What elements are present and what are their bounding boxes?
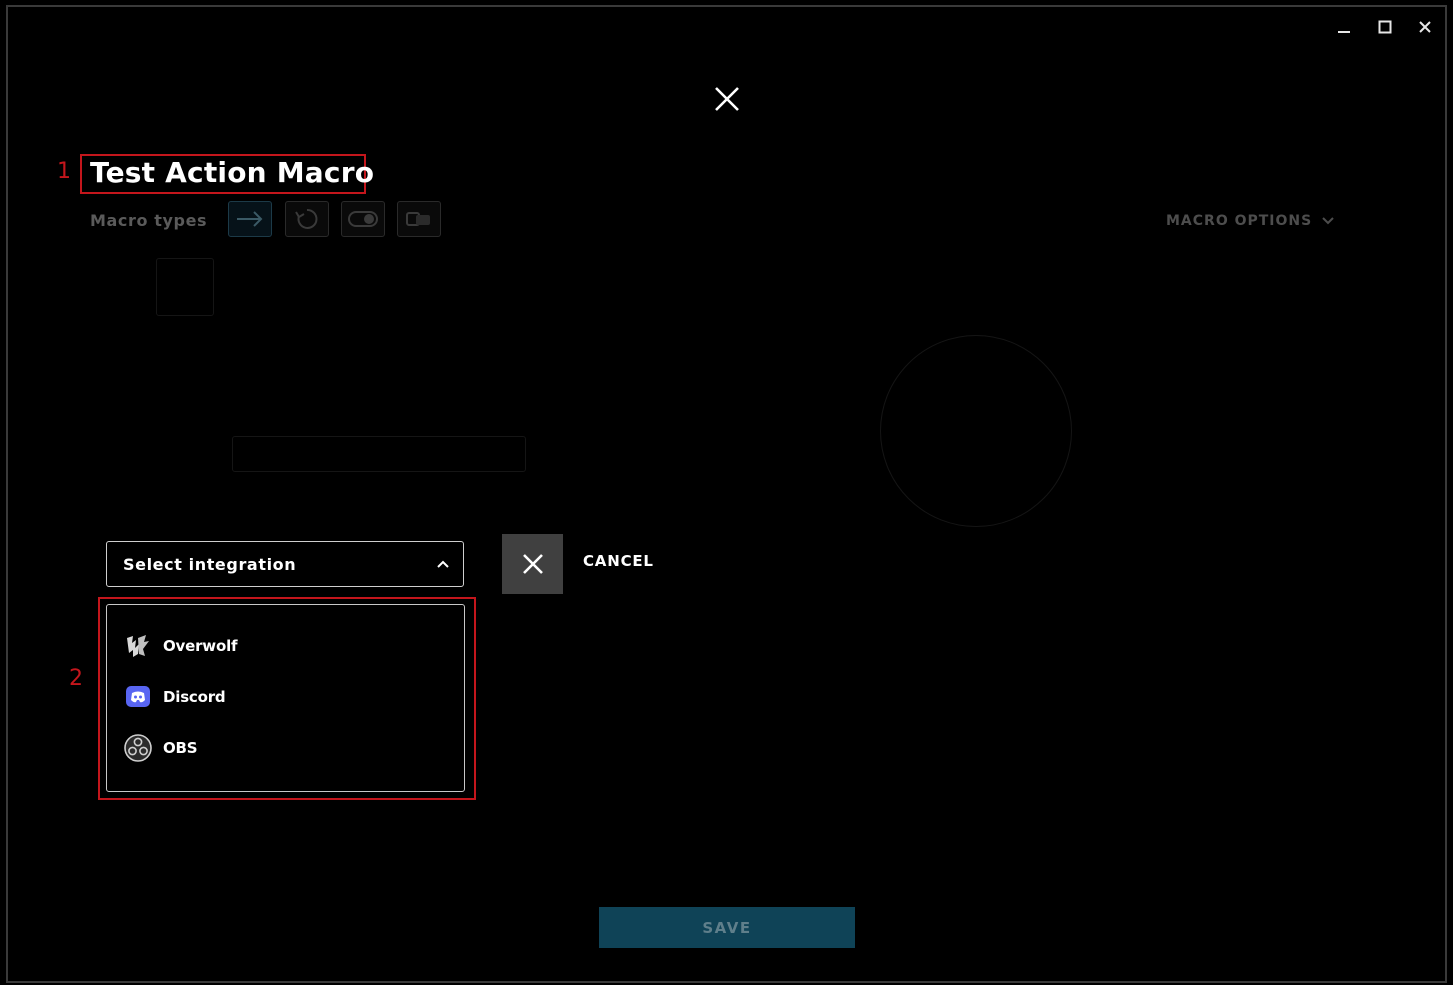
chevron-up-icon xyxy=(437,560,449,568)
macro-type-repeat-button[interactable] xyxy=(285,201,329,237)
save-button[interactable]: SAVE xyxy=(599,907,855,948)
repeat-icon xyxy=(295,208,318,229)
background-thumbnail xyxy=(156,258,214,316)
cancel-x-button[interactable] xyxy=(502,534,563,594)
close-x-icon xyxy=(522,554,543,574)
minimize-icon[interactable] xyxy=(1330,14,1358,40)
close-x-icon[interactable] xyxy=(712,84,742,114)
maximize-icon[interactable] xyxy=(1371,14,1399,40)
cancel-button[interactable]: CANCEL xyxy=(583,552,654,570)
macro-options-label: MACRO OPTIONS xyxy=(1166,213,1313,229)
obs-icon xyxy=(123,733,153,763)
integration-option-label: Overwolf xyxy=(163,637,238,655)
arrow-icon xyxy=(237,211,263,227)
integration-option-discord[interactable]: Discord xyxy=(123,679,226,715)
macro-types-label: Macro types xyxy=(90,211,208,230)
toggle-icon xyxy=(348,211,378,227)
chevron-down-icon xyxy=(1322,217,1334,225)
integration-option-label: OBS xyxy=(163,739,198,757)
annotation-marker-2: 2 xyxy=(69,666,83,691)
background-graphic xyxy=(880,335,1072,527)
macro-title[interactable]: Test Action Macro xyxy=(90,156,374,189)
overwolf-icon xyxy=(123,631,153,661)
integration-list: Overwolf Discord OBS xyxy=(106,604,465,792)
sequence-icon xyxy=(406,212,430,226)
discord-icon xyxy=(123,682,153,712)
app-window xyxy=(6,5,1447,983)
integration-option-overwolf[interactable]: Overwolf xyxy=(123,628,238,664)
macro-options-dropdown[interactable]: MACRO OPTIONS xyxy=(1166,213,1334,229)
background-panel xyxy=(232,436,526,472)
select-integration-dropdown[interactable]: Select integration xyxy=(106,541,464,587)
macro-type-toggle-button[interactable] xyxy=(341,201,385,237)
macro-type-arrow-button[interactable] xyxy=(228,201,272,237)
integration-option-obs[interactable]: OBS xyxy=(123,730,198,766)
close-icon[interactable] xyxy=(1411,14,1439,40)
macro-type-sequence-button[interactable] xyxy=(397,201,441,237)
integration-option-label: Discord xyxy=(163,688,226,706)
select-integration-label: Select integration xyxy=(123,554,297,574)
annotation-marker-1: 1 xyxy=(57,159,71,184)
